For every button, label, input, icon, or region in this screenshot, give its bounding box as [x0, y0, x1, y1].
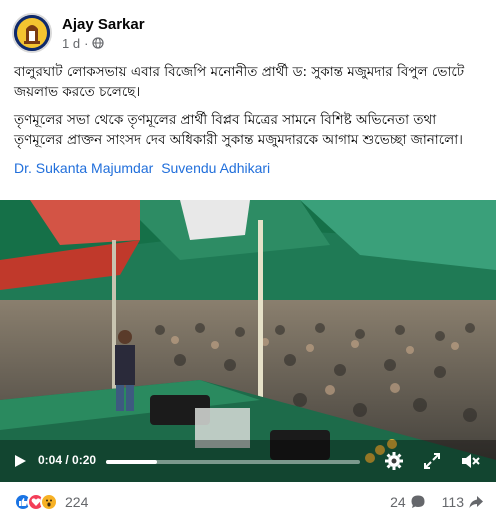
post-footer: 224 24 113 — [14, 490, 484, 514]
video-frame — [0, 200, 496, 482]
tag-link-sukanta[interactable]: Dr. Sukanta Majumdar — [14, 160, 153, 176]
wow-reaction-icon — [40, 493, 58, 511]
post-paragraph-1: বালুরঘাট লোকসভায় এবার বিজেপি মনোনীত প্র… — [14, 64, 465, 100]
author-name[interactable]: Ajay Sarkar — [62, 16, 145, 34]
post-header: Ajay Sarkar 1 d · — [12, 10, 484, 56]
time-separator: · — [84, 35, 89, 51]
post-time[interactable]: 1 d — [62, 36, 80, 51]
tag-link-suvendu[interactable]: Suvendu Adhikari — [161, 160, 270, 176]
volume-muted-icon[interactable] — [460, 451, 480, 471]
video-progress-fill — [106, 460, 157, 464]
video-player[interactable]: 0:04 / 0:20 — [0, 200, 496, 482]
comment-icon — [411, 495, 425, 508]
fullscreen-icon[interactable] — [422, 451, 442, 471]
share-count: 113 — [441, 494, 464, 510]
play-icon[interactable] — [12, 453, 28, 469]
video-time: 0:04 / 0:20 — [38, 453, 97, 467]
settings-icon[interactable] — [384, 451, 404, 471]
share-icon — [469, 496, 483, 508]
avatar[interactable] — [12, 13, 52, 53]
video-controls: 0:04 / 0:20 — [0, 444, 496, 478]
post-body: বালুরঘাট লোকসভায় এবার বিজেপি মনোনীত প্র… — [14, 62, 484, 178]
reaction-count: 224 — [65, 494, 89, 510]
comment-count-link[interactable]: 24 — [390, 494, 426, 510]
comment-count: 24 — [390, 494, 406, 510]
share-count-link[interactable]: 113 — [442, 494, 484, 510]
hashtag-list: Dr. Sukanta Majumdar Suvendu Adhikari — [14, 158, 484, 178]
post-paragraph-2: তৃণমূলের সভা থেকে তৃণমূলের প্রার্থী বিপ্… — [14, 112, 463, 148]
globe-icon — [92, 37, 105, 49]
video-progress-bar[interactable] — [106, 460, 360, 464]
reaction-summary[interactable]: 224 — [14, 493, 88, 511]
temple-logo-icon — [14, 15, 50, 51]
